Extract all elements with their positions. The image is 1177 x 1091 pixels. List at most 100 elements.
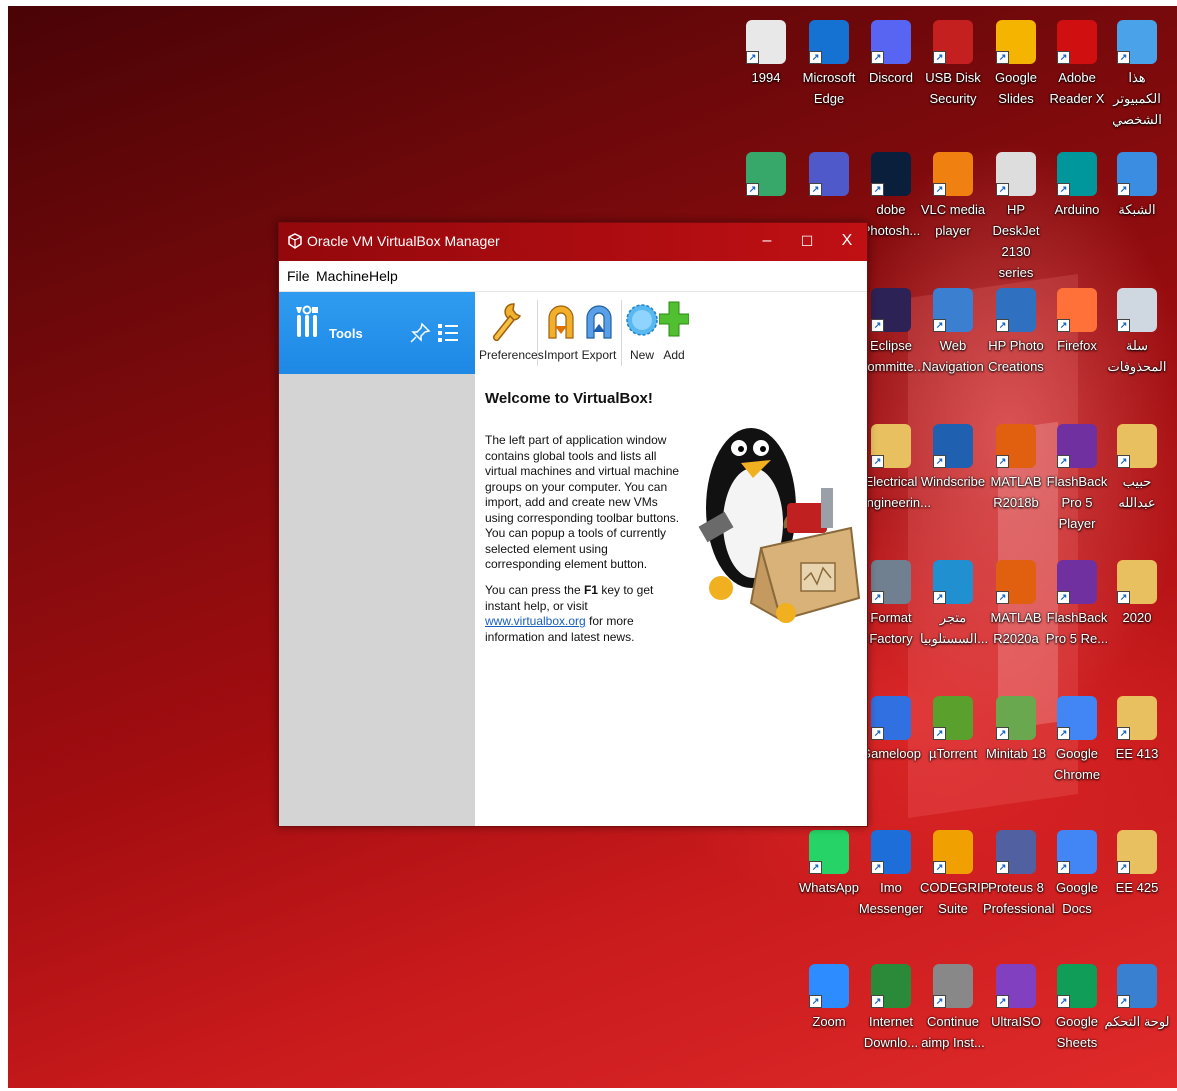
shortcut-arrow-icon: ↗ bbox=[871, 861, 884, 874]
f1-key-text: F1 bbox=[583, 583, 598, 597]
desktop-icon[interactable]: ↗ CODEGRIP Suite bbox=[920, 830, 989, 919]
imo-icon: ↗ bbox=[871, 830, 911, 874]
menu-list-icon[interactable] bbox=[437, 322, 459, 344]
desktop-icon-label: Firefox bbox=[1057, 338, 1097, 353]
minimize-button[interactable]: – bbox=[747, 223, 787, 261]
desktop-icon[interactable]: ↗ Google Docs bbox=[1044, 830, 1110, 919]
desktop-icon[interactable]: ↗ Arduino bbox=[1044, 152, 1110, 220]
desktop-icon[interactable]: ↗ 1994 bbox=[733, 20, 799, 88]
welcome-paragraph: The left part of application window cont… bbox=[485, 433, 680, 571]
control-panel-icon: ↗ bbox=[1117, 964, 1157, 1008]
desktop-icon[interactable]: ↗ هذا الكمبيوتر الشخصي bbox=[1104, 20, 1170, 130]
desktop-icon[interactable]: ↗ سلة المحذوفات bbox=[1104, 288, 1170, 377]
menu-file[interactable]: File bbox=[287, 268, 310, 284]
title-bar[interactable]: Oracle VM VirtualBox Manager – ☐ X bbox=[279, 223, 867, 261]
desktop-icon[interactable]: ↗ Google Chrome bbox=[1044, 696, 1110, 785]
desktop-icon[interactable]: ↗ حبيب عبدالله bbox=[1104, 424, 1170, 513]
desktop-icon[interactable]: ↗ Firefox bbox=[1044, 288, 1110, 356]
desktop-icon[interactable]: ↗ Imo Messenger bbox=[858, 830, 924, 919]
tools-label: Tools bbox=[329, 326, 363, 341]
desktop-icon[interactable]: ↗ Proteus 8 Professional bbox=[983, 830, 1055, 919]
shortcut-arrow-icon: ↗ bbox=[809, 861, 822, 874]
desktop-icon[interactable]: ↗ EE 425 bbox=[1104, 830, 1170, 898]
desktop-icon[interactable]: ↗ Discord bbox=[858, 20, 924, 88]
desktop-icon[interactable]: ↗ MATLAB R2020a bbox=[983, 560, 1049, 649]
network-icon: ↗ bbox=[1117, 152, 1157, 196]
desktop-icon[interactable]: ↗ MATLAB R2018b bbox=[983, 424, 1049, 513]
teams-icon: ↗ bbox=[809, 152, 849, 196]
desktop-icon-label: سلة المحذوفات bbox=[1107, 338, 1167, 374]
shortcut-arrow-icon: ↗ bbox=[996, 455, 1009, 468]
desktop-icon[interactable]: ↗ لوحة التحكم bbox=[1104, 964, 1170, 1032]
desktop-icon-label: EE 425 bbox=[1115, 880, 1159, 895]
shortcut-arrow-icon: ↗ bbox=[1057, 455, 1070, 468]
desktop-icon[interactable]: ↗ USB Disk Security bbox=[920, 20, 986, 109]
desktop-icon-label: 2020 bbox=[1122, 610, 1152, 625]
desktop-icon[interactable]: ↗ Windscribe bbox=[920, 424, 986, 492]
desktop-icon[interactable]: ↗ Zoom bbox=[796, 964, 862, 1032]
chrome-icon: ↗ bbox=[1057, 696, 1097, 740]
desktop-icon[interactable]: ↗ VLC media player bbox=[920, 152, 986, 241]
shortcut-arrow-icon: ↗ bbox=[933, 183, 946, 196]
desktop-icon[interactable]: ↗ متجر السستلوبيا... bbox=[920, 560, 988, 649]
shortcut-arrow-icon: ↗ bbox=[871, 995, 884, 1008]
shortcut-arrow-icon: ↗ bbox=[1057, 727, 1070, 740]
export-button[interactable]: Export bbox=[579, 300, 619, 362]
shortcut-arrow-icon: ↗ bbox=[996, 183, 1009, 196]
desktop-icon-label: حبيب عبدالله bbox=[1118, 474, 1156, 510]
desktop-icon[interactable]: ↗ Web Navigation bbox=[920, 288, 986, 377]
export-icon bbox=[586, 305, 612, 339]
desktop-icon-label: FlashBack Pro 5 Player bbox=[1046, 474, 1108, 531]
machine-list-pane[interactable]: Tools bbox=[279, 292, 475, 826]
desktop-icon-label: Microsoft Edge bbox=[802, 70, 856, 106]
desktop-icon[interactable]: ↗ 2020 bbox=[1104, 560, 1170, 628]
photoshop-icon: ↗ bbox=[871, 152, 911, 196]
tools-item[interactable]: Tools bbox=[279, 292, 475, 374]
desktop-icon-label: Windscribe bbox=[920, 474, 986, 489]
desktop-icon[interactable]: ↗ Adobe Reader X bbox=[1044, 20, 1110, 109]
desktop-icon[interactable]: ↗ HP Photo Creations bbox=[983, 288, 1049, 377]
computer-icon: ↗ bbox=[1117, 20, 1157, 64]
import-button[interactable]: Import bbox=[541, 300, 581, 362]
menu-bar: File Machine Help bbox=[279, 261, 867, 292]
preferences-button[interactable]: Preferences bbox=[479, 300, 544, 362]
preferences-label: Preferences bbox=[479, 348, 544, 362]
menu-machine[interactable]: Machine bbox=[316, 268, 369, 284]
desktop-icon[interactable]: ↗ EE 413 bbox=[1104, 696, 1170, 764]
shortcut-arrow-icon: ↗ bbox=[1117, 861, 1130, 874]
desktop-icon[interactable]: ↗ UltraISO bbox=[983, 964, 1049, 1032]
pin-icon[interactable] bbox=[409, 322, 431, 344]
close-button[interactable]: X bbox=[827, 223, 867, 261]
desktop-icon[interactable]: ↗ الشبكة bbox=[1104, 152, 1170, 220]
desktop-icon[interactable]: ↗ Internet Downlo... bbox=[858, 964, 924, 1053]
virtualbox-website-link[interactable]: www.virtualbox.org bbox=[485, 614, 586, 628]
desktop-icon[interactable]: ↗ WhatsApp bbox=[796, 830, 862, 898]
desktop-icon[interactable]: ↗ Google Slides bbox=[983, 20, 1049, 109]
desktop-icon[interactable]: ↗ HP DeskJet 2130 series bbox=[983, 152, 1049, 283]
desktop-icon-label: Arduino bbox=[1054, 202, 1100, 217]
shortcut-arrow-icon: ↗ bbox=[871, 591, 884, 604]
shortcut-arrow-icon: ↗ bbox=[871, 727, 884, 740]
desktop-icon[interactable]: ↗ FlashBack Pro 5 Player bbox=[1044, 424, 1110, 534]
shortcut-arrow-icon: ↗ bbox=[1057, 861, 1070, 874]
desktop-icon[interactable]: ↗ µTorrent bbox=[920, 696, 986, 764]
maximize-button[interactable]: ☐ bbox=[787, 223, 827, 261]
shortcut-arrow-icon: ↗ bbox=[996, 591, 1009, 604]
desktop-icon[interactable]: ↗ Continue aimp Inst... bbox=[920, 964, 986, 1053]
desktop-icon[interactable]: ↗ Minitab 18 bbox=[983, 696, 1049, 764]
new-label: New bbox=[629, 348, 654, 362]
desktop-icon[interactable]: ↗ bbox=[733, 152, 799, 199]
menu-help[interactable]: Help bbox=[369, 268, 398, 284]
add-button[interactable]: Add bbox=[659, 300, 689, 362]
desktop-icon[interactable]: ↗ Microsoft Edge bbox=[796, 20, 862, 109]
printer-icon: ↗ bbox=[996, 152, 1036, 196]
desktop-icon[interactable]: ↗ Google Sheets bbox=[1044, 964, 1110, 1053]
desktop-icon[interactable]: ↗ bbox=[796, 152, 862, 199]
new-button[interactable]: New bbox=[625, 300, 659, 362]
shortcut-arrow-icon: ↗ bbox=[996, 51, 1009, 64]
minitab-icon: ↗ bbox=[996, 696, 1036, 740]
app-green-icon: ↗ bbox=[746, 152, 786, 196]
disc-icon: ↗ bbox=[996, 964, 1036, 1008]
desktop-icon[interactable]: ↗ FlashBack Pro 5 Re... bbox=[1044, 560, 1110, 649]
shortcut-arrow-icon: ↗ bbox=[809, 995, 822, 1008]
